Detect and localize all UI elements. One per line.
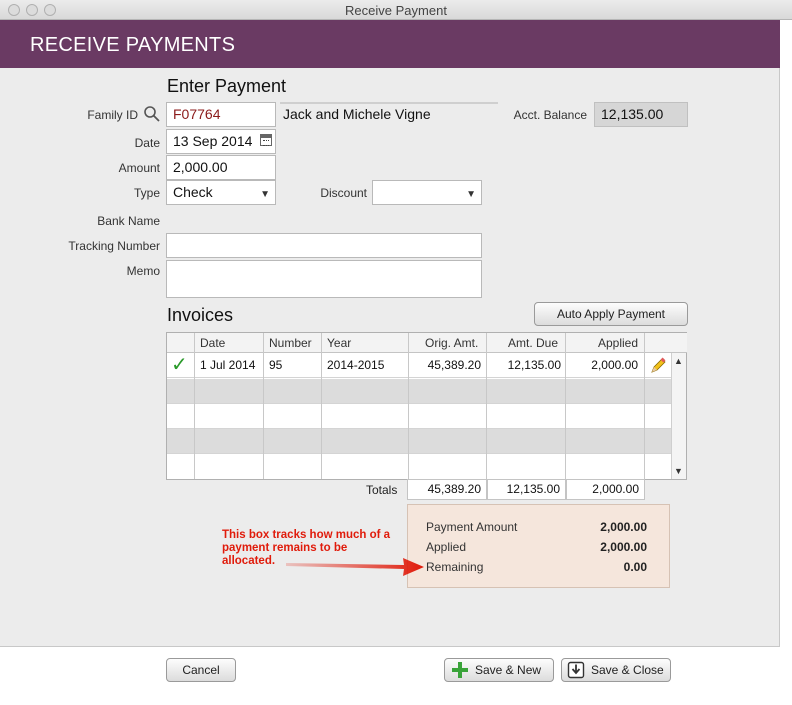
- amount-field[interactable]: 2,000.00: [166, 155, 276, 180]
- tracking-number-label: Tracking Number: [68, 239, 160, 253]
- total-applied: 2,000.00: [566, 479, 645, 500]
- table-row[interactable]: [167, 379, 672, 404]
- memo-field[interactable]: [166, 260, 482, 298]
- payment-summary-box: Payment Amount 2,000.00 Applied 2,000.00…: [407, 504, 670, 588]
- col-divider: [644, 333, 645, 479]
- col-divider: [263, 333, 264, 479]
- search-icon[interactable]: [143, 105, 161, 123]
- col-divider: [321, 333, 322, 479]
- annotation-arrow-icon: [286, 558, 424, 576]
- row-amt-due: 12,135.00: [507, 358, 561, 372]
- row-date: 1 Jul 2014: [200, 358, 256, 372]
- date-field[interactable]: 13 Sep 2014: [166, 129, 276, 154]
- table-scrollbar[interactable]: ▲ ▼: [671, 353, 686, 479]
- row-number: 95: [269, 358, 283, 372]
- family-id-label: Family ID: [87, 108, 138, 122]
- invoices-title: Invoices: [167, 305, 234, 325]
- family-name-underline: [280, 102, 498, 104]
- acct-balance-label: Acct. Balance: [513, 108, 587, 122]
- invoices-table: Date Number Year Orig. Amt. Amt. Due App…: [166, 332, 687, 480]
- remaining-label: Remaining: [426, 560, 484, 574]
- type-select[interactable]: Check ▼: [166, 180, 276, 205]
- pencil-icon[interactable]: [649, 357, 667, 375]
- discount-label: Discount: [320, 186, 367, 200]
- table-row[interactable]: [167, 404, 672, 429]
- save-and-new-button[interactable]: Save & New: [444, 658, 554, 682]
- enter-payment-title: Enter Payment: [167, 76, 287, 96]
- col-orig-amt-header[interactable]: Orig. Amt.: [425, 333, 478, 353]
- date-label: Date: [134, 136, 160, 150]
- row-year: 2014-2015: [327, 358, 385, 372]
- footer-divider: [0, 646, 780, 647]
- col-divider: [565, 333, 566, 479]
- type-value: Check: [173, 184, 213, 200]
- family-id-field[interactable]: F07764: [166, 102, 276, 127]
- acct-balance-value: 12,135.00: [594, 102, 688, 127]
- chevron-down-icon: ▼: [466, 189, 476, 200]
- col-number-header[interactable]: Number: [269, 333, 312, 353]
- bank-name-label: Bank Name: [97, 214, 160, 228]
- type-label: Type: [133, 186, 160, 200]
- col-amt-due-header[interactable]: Amt. Due: [508, 333, 558, 353]
- table-row[interactable]: [167, 429, 672, 454]
- scroll-up-icon[interactable]: ▲: [674, 356, 683, 366]
- col-date-header[interactable]: Date: [200, 333, 225, 353]
- page-header: RECEIVE PAYMENTS: [0, 20, 780, 68]
- auto-apply-payment-button[interactable]: Auto Apply Payment: [534, 302, 688, 326]
- chevron-down-icon: ▼: [260, 189, 270, 200]
- main-panel: Enter Payment Family ID F07764 Jack and …: [0, 68, 780, 646]
- applied-value: 2,000.00: [600, 540, 647, 554]
- checkmark-icon[interactable]: ✓: [171, 353, 188, 378]
- total-amt-due: 12,135.00: [487, 479, 566, 500]
- payment-amount-value: 2,000.00: [600, 520, 647, 534]
- total-orig-amt: 45,389.20: [407, 479, 487, 500]
- col-divider: [486, 333, 487, 479]
- window-title: Receive Payment: [345, 3, 447, 18]
- memo-label: Memo: [126, 264, 160, 278]
- scroll-down-icon[interactable]: ▼: [674, 466, 683, 476]
- save-and-close-label: Save & Close: [591, 663, 664, 677]
- row-orig-amt: 45,389.20: [427, 358, 481, 372]
- col-divider: [194, 333, 195, 479]
- applied-label: Applied: [426, 540, 467, 554]
- row-applied: 2,000.00: [591, 358, 638, 372]
- remaining-value: 0.00: [623, 560, 647, 574]
- family-name: Jack and Michele Vigne: [283, 106, 431, 122]
- table-row[interactable]: [167, 454, 672, 479]
- table-row[interactable]: ✓ 1 Jul 2014 95 2014-2015 45,389.20 12,1…: [167, 353, 672, 378]
- save-and-close-button[interactable]: Save & Close: [561, 658, 671, 682]
- payment-amount-label: Payment Amount: [426, 520, 518, 534]
- amount-label: Amount: [118, 161, 160, 175]
- tracking-number-field[interactable]: [166, 233, 482, 258]
- invoices-table-header: Date Number Year Orig. Amt. Amt. Due App…: [167, 333, 687, 353]
- window-titlebar: Receive Payment: [0, 0, 792, 20]
- col-applied-header[interactable]: Applied: [598, 333, 638, 353]
- date-value: 13 Sep 2014: [173, 133, 253, 149]
- cancel-button[interactable]: Cancel: [166, 658, 236, 682]
- col-divider: [408, 333, 409, 479]
- page-title: RECEIVE PAYMENTS: [30, 34, 236, 56]
- save-arrow-icon: [567, 661, 585, 679]
- col-year-header[interactable]: Year: [327, 333, 351, 353]
- discount-select[interactable]: ▼: [372, 180, 482, 205]
- calendar-icon[interactable]: [260, 134, 272, 146]
- totals-label: Totals: [366, 483, 398, 497]
- save-and-new-label: Save & New: [475, 663, 542, 677]
- plus-icon: [452, 662, 468, 678]
